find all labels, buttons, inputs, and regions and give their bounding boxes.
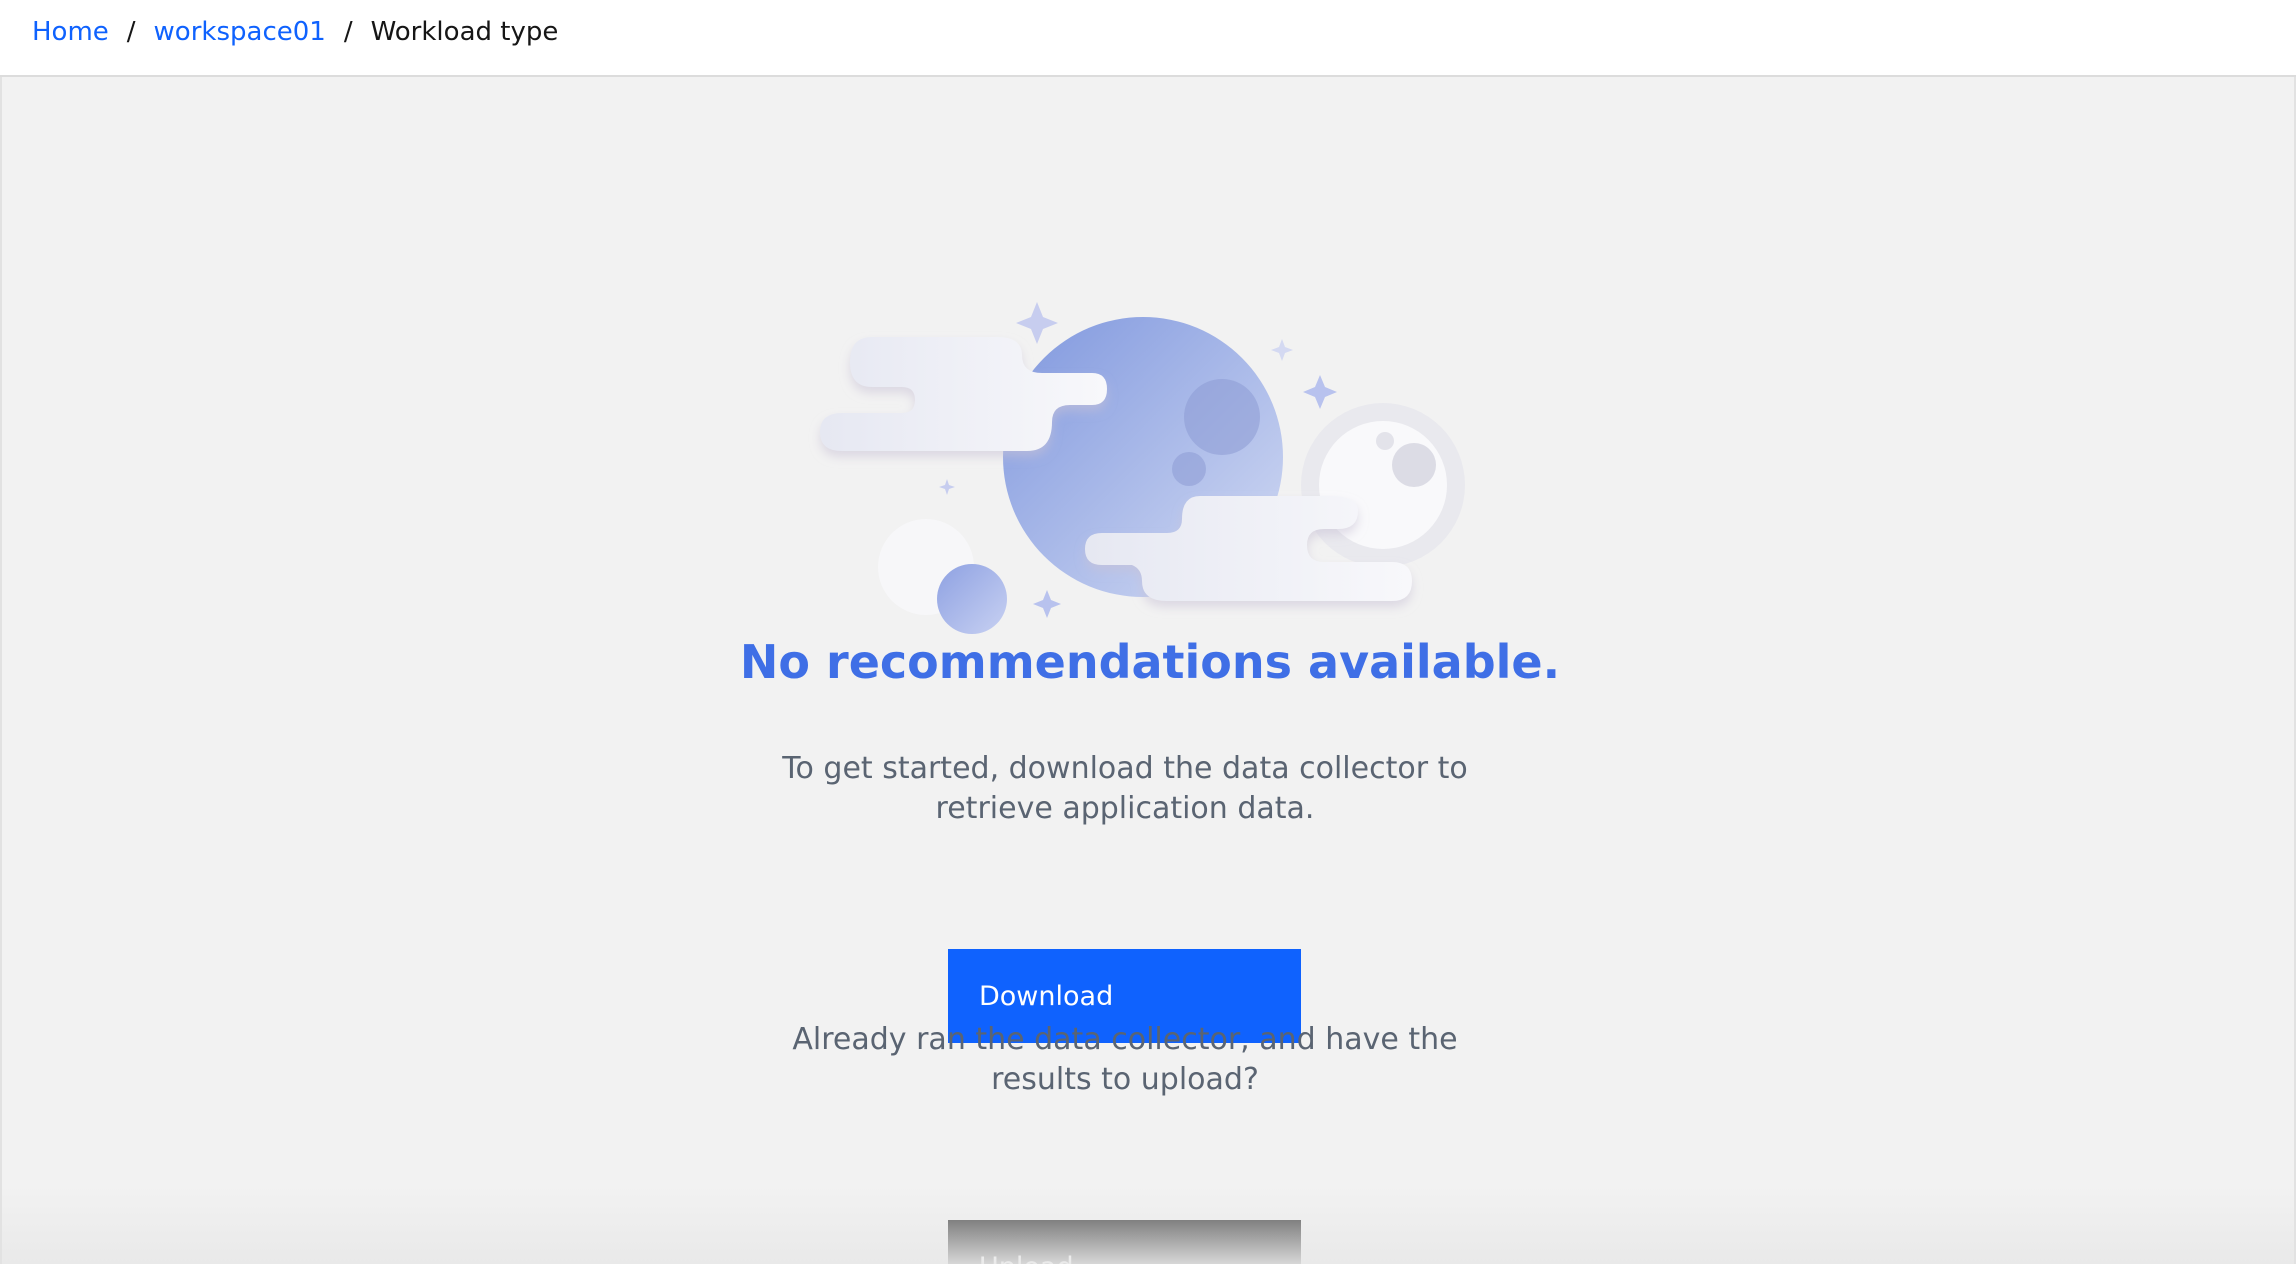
upload-button[interactable]: Upload <box>948 1220 1301 1264</box>
breadcrumb-current-page: Workload type <box>370 17 559 47</box>
breadcrumb: Home / workspace01 / Workload type <box>32 15 558 49</box>
moon-clouds-illustration <box>820 302 1465 634</box>
breadcrumb-workspace-link[interactable]: workspace01 <box>154 15 326 49</box>
breadcrumb-separator: / <box>126 17 136 47</box>
upload-prompt-text: Already ran the data collector, and have… <box>792 1022 1458 1097</box>
top-bar: Home / workspace01 / Workload type <box>0 0 2296 77</box>
main-content: No recommendations available. To get sta… <box>0 77 2296 1264</box>
empty-state-title: No recommendations available. <box>739 635 1561 689</box>
empty-state-description: To get started, download the data collec… <box>782 751 1468 826</box>
breadcrumb-separator: / <box>343 17 353 47</box>
breadcrumb-home-link[interactable]: Home <box>32 15 109 49</box>
